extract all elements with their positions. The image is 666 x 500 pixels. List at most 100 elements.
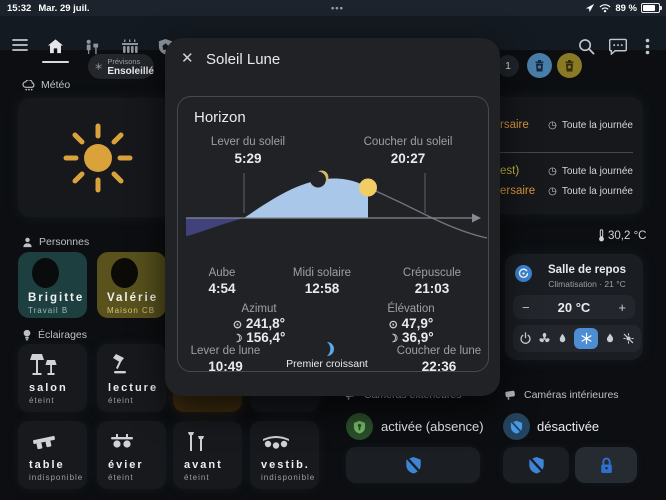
calendar-row: est) ◷Toute la journée [500,163,633,179]
moon-glyph: ☽ [388,333,398,345]
elevation-label: Élévation [351,303,471,315]
dusk-time: 21:03 [382,281,482,296]
hvac-modes [513,325,641,352]
climate-name: Salle de repos [535,264,639,276]
light-tile-evier[interactable]: évier éteint [97,421,166,489]
moon-marker [310,172,326,188]
trash-bin-icon [564,59,575,72]
search-button[interactable] [578,38,595,55]
section-meteo: Météo [22,79,70,91]
alarm-int-state: désactivée [537,419,599,434]
battery-icon [641,3,660,13]
tab-occupancy[interactable] [83,38,100,55]
shield-off-icon [405,456,422,474]
date: Mar. 29 juil. [38,3,89,14]
home-assistant-dashboard: 15:32 Mar. 29 juil. ••• 89 % [0,0,666,500]
solar-noon-label: Midi solaire [272,267,372,279]
dawn-label: Aube [182,267,262,279]
shield-off-icon [528,456,545,474]
chip-value: Ensoleillé [107,66,154,77]
mode-fan-button[interactable] [538,332,551,345]
climate-card[interactable]: Salle de repos Climatisation · 21 °C − 2… [505,254,643,360]
trash-bin-icon [534,59,545,72]
active-tab-indicator [42,61,69,63]
sun-moon-dialog: ✕ Soleil Lune Horizon Lever du soleil 5:… [165,38,500,396]
alarm-armed-icon [346,413,373,440]
lock-icon [599,457,614,474]
avatar [32,258,59,288]
mode-off-button[interactable] [519,332,532,345]
camera-icon [505,390,518,400]
trash-blue-chip[interactable] [527,53,552,78]
mode-dry-button[interactable] [557,332,568,345]
sunrise-label: Lever du soleil [188,136,308,148]
avatar [111,258,138,288]
light-tile-vestib[interactable]: vestib. indisponible [250,421,319,489]
person-card-valerie[interactable]: Valérie Maison CB [97,252,166,318]
desk-lamp-icon [108,351,166,379]
moonrise-time: 10:49 [178,359,273,374]
tile-status: indisponible [29,473,87,482]
mode-auto-button[interactable] [622,332,635,345]
azimuth-sun-value: 241,8° [246,316,285,331]
close-icon[interactable]: ✕ [181,49,194,67]
calendar-row: ersaire ◷Toute la journée [500,183,633,199]
lock-button[interactable] [575,447,637,483]
elevation-moon-value: 36,9° [402,330,434,345]
tile-name: salon [29,382,87,394]
azimuth-moon-value: 156,4° [246,330,285,345]
tab-home[interactable] [47,38,64,55]
tile-status: éteint [108,396,166,405]
ac-icon [515,265,532,282]
more-menu-button[interactable] [645,38,650,55]
disarm-interior-button[interactable] [503,447,569,483]
tile-status: éteint [29,396,87,405]
assist-chat-button[interactable] [609,38,627,55]
tile-name: évier [108,459,166,471]
mode-heat-button[interactable] [604,332,616,345]
disarm-exterior-button[interactable] [346,447,480,483]
tile-name: table [29,459,87,471]
tile-name: avant [184,459,242,471]
tile-status: éteint [184,473,242,482]
sun-chip-icon [95,61,102,72]
person-name: Brigitte [28,292,87,304]
moon-phase-label: Premier croissant [267,358,387,370]
alarm-ext-state: activée (absence) [381,419,484,434]
counter-chip[interactable]: 1 [497,55,519,77]
climate-subtitle: Climatisation · 21 °C [535,279,639,289]
temp-minus-button[interactable]: − [522,300,530,315]
elevation-sun-value: 47,9° [402,316,434,331]
trash-yellow-chip[interactable] [557,53,582,78]
wifi-icon [599,3,611,13]
weather-card[interactable] [18,98,188,217]
mode-cool-button-selected[interactable] [574,328,598,349]
status-bar: 15:32 Mar. 29 juil. ••• 89 % [0,0,666,16]
temperature-readout: 30,2 °C [598,229,646,242]
person-card-brigitte[interactable]: Brigitte Travail B [18,252,87,318]
lamps-icon [29,351,87,379]
sunset-label: Coucher du soleil [348,136,468,148]
sun-icon [53,116,143,200]
section-cameras-interieures: Caméras intérieures [505,389,619,401]
horizon-title: Horizon [194,109,246,126]
section-personnes: Personnes [22,236,89,248]
weather-forecast-chip[interactable]: Prévisons Ensoleillé [88,54,154,79]
clock-icon: ◷ [548,186,557,197]
battery-percent: 89 % [615,3,637,14]
menu-button[interactable] [12,38,28,52]
light-tile-salon[interactable]: salon éteint [18,344,87,412]
temp-stepper: − 20 °C + [513,295,635,319]
temp-plus-button[interactable]: + [618,300,626,315]
moonset-time: 22:36 [388,359,490,374]
horizon-card: Horizon Lever du soleil 5:29 Coucher du … [177,96,489,372]
multi-spot-icon [261,428,319,456]
light-tile-table[interactable]: table indisponible [18,421,87,489]
tile-name: lecture [108,382,166,394]
tab-radiator[interactable] [121,38,139,54]
spotlights-icon [108,428,166,456]
calendar-row: rsaire ◷Toute la journée [500,117,633,133]
bollard-lights-icon [184,428,242,456]
light-tile-lecture[interactable]: lecture éteint [97,344,166,412]
light-tile-avant[interactable]: avant éteint [173,421,242,489]
